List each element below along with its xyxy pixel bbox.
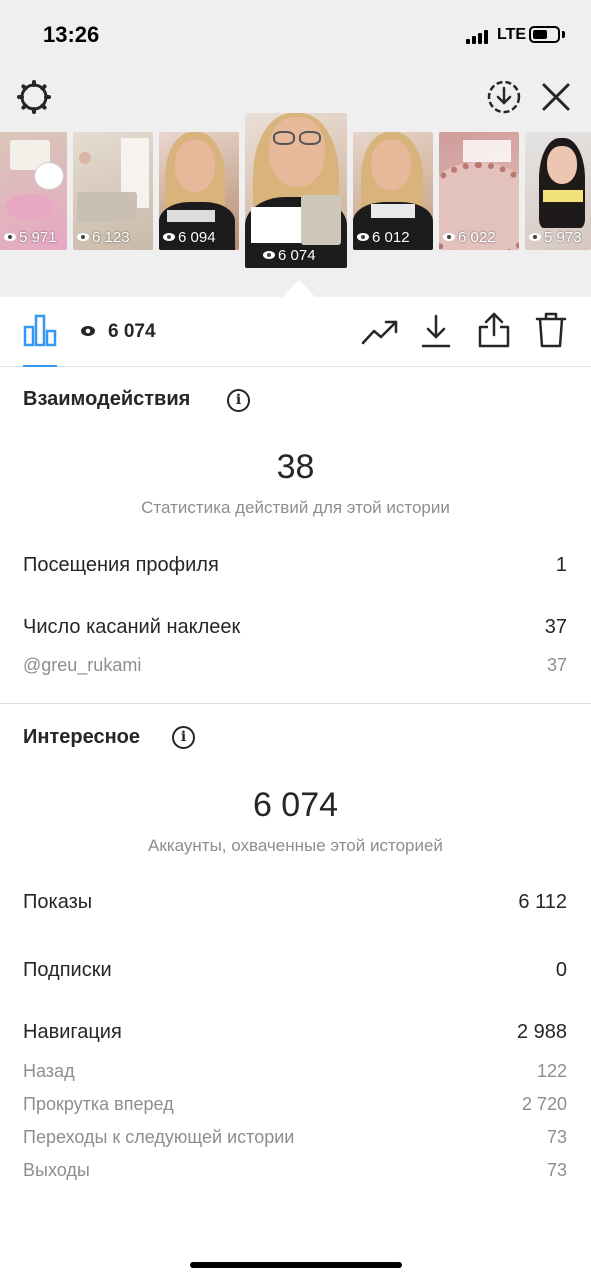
eye-icon <box>263 251 275 259</box>
selected-story-pointer <box>283 280 315 297</box>
views-count: 6 074 <box>108 321 156 342</box>
eye-icon <box>81 326 95 336</box>
download-circle-icon[interactable] <box>485 78 523 116</box>
eye-icon <box>357 233 369 241</box>
impressions-label: Показы <box>23 891 93 913</box>
story-views: 6 094 <box>178 229 216 246</box>
back-label: Назад <box>23 1061 75 1081</box>
download-icon[interactable] <box>420 313 452 349</box>
story-thumbnail[interactable]: 6 022 <box>439 132 519 250</box>
exits-value: 73 <box>546 1160 567 1180</box>
story-thumbnail[interactable]: 5 973 <box>525 132 591 250</box>
navigation-label: Навигация <box>23 1021 122 1043</box>
story-thumbnails: 5 971 6 123 6 094 6 074 6 012 6 022 5 97… <box>0 113 591 271</box>
info-icon[interactable]: i <box>172 726 195 749</box>
share-icon[interactable] <box>477 311 511 349</box>
sticker-taps-label: Число касаний наклеек <box>23 616 241 638</box>
story-thumbnail[interactable]: 6 123 <box>73 132 153 250</box>
reach-total: 6 074 <box>252 786 339 824</box>
story-toolbar: 6 074 <box>0 297 591 367</box>
gear-icon[interactable] <box>15 78 53 116</box>
story-views: 5 971 <box>19 229 57 246</box>
interactions-total: 38 <box>276 448 315 486</box>
forward-label: Прокрутка вперед <box>23 1094 174 1114</box>
story-header-area: 13:26 LTE 5 971 6 123 6 094 6 074 6 012 … <box>0 0 591 297</box>
story-thumbnail-selected[interactable]: 6 074 <box>245 113 347 268</box>
follows-label: Подписки <box>23 959 112 981</box>
eye-icon <box>77 233 89 241</box>
status-bar: 13:26 LTE <box>0 0 591 70</box>
reach-caption: Аккаунты, охваченные этой историей <box>148 836 443 855</box>
impressions-value: 6 112 <box>518 891 567 913</box>
home-indicator[interactable] <box>190 1262 402 1268</box>
next-story-label: Переходы к следующей истории <box>23 1127 295 1147</box>
insights-bar-chart-icon[interactable] <box>23 313 57 347</box>
story-views: 6 074 <box>278 247 316 264</box>
eye-icon <box>529 233 541 241</box>
eye-icon <box>443 233 455 241</box>
interactions-caption: Статистика действий для этой истории <box>141 498 450 517</box>
network-type: LTE <box>497 26 527 43</box>
active-tab-indicator <box>23 365 57 367</box>
follows-value: 0 <box>555 959 567 981</box>
back-value: 122 <box>536 1061 567 1081</box>
status-time: 13:26 <box>43 22 100 47</box>
story-views: 6 123 <box>92 229 130 246</box>
story-thumbnail[interactable]: 6 094 <box>159 132 239 250</box>
sticker-taps-value: 37 <box>544 616 567 638</box>
story-thumbnail[interactable]: 5 971 <box>0 132 67 250</box>
next-story-value: 73 <box>546 1127 567 1147</box>
mention-value: 37 <box>546 655 567 675</box>
story-views: 6 022 <box>458 229 496 246</box>
forward-value: 2 720 <box>521 1094 567 1114</box>
mention-label: @greu_rukami <box>23 655 142 675</box>
info-icon[interactable]: i <box>227 389 250 412</box>
navigation-value: 2 988 <box>516 1021 567 1043</box>
battery-icon <box>529 26 560 43</box>
eye-icon <box>163 233 175 241</box>
discovery-title: Интересное <box>23 726 140 748</box>
close-icon[interactable] <box>541 82 571 112</box>
signal-icon <box>466 29 492 44</box>
profile-visits-label: Посещения профиля <box>23 554 219 576</box>
story-views: 6 012 <box>372 229 410 246</box>
exits-label: Выходы <box>23 1160 90 1180</box>
profile-visits-value: 1 <box>555 554 567 576</box>
story-views: 5 973 <box>544 229 582 246</box>
section-divider <box>0 703 591 704</box>
story-thumbnail[interactable]: 6 012 <box>353 132 433 250</box>
interactions-title: Взаимодействия <box>23 388 191 410</box>
eye-icon <box>4 233 16 241</box>
trend-icon[interactable] <box>361 317 399 347</box>
trash-icon[interactable] <box>535 311 567 349</box>
